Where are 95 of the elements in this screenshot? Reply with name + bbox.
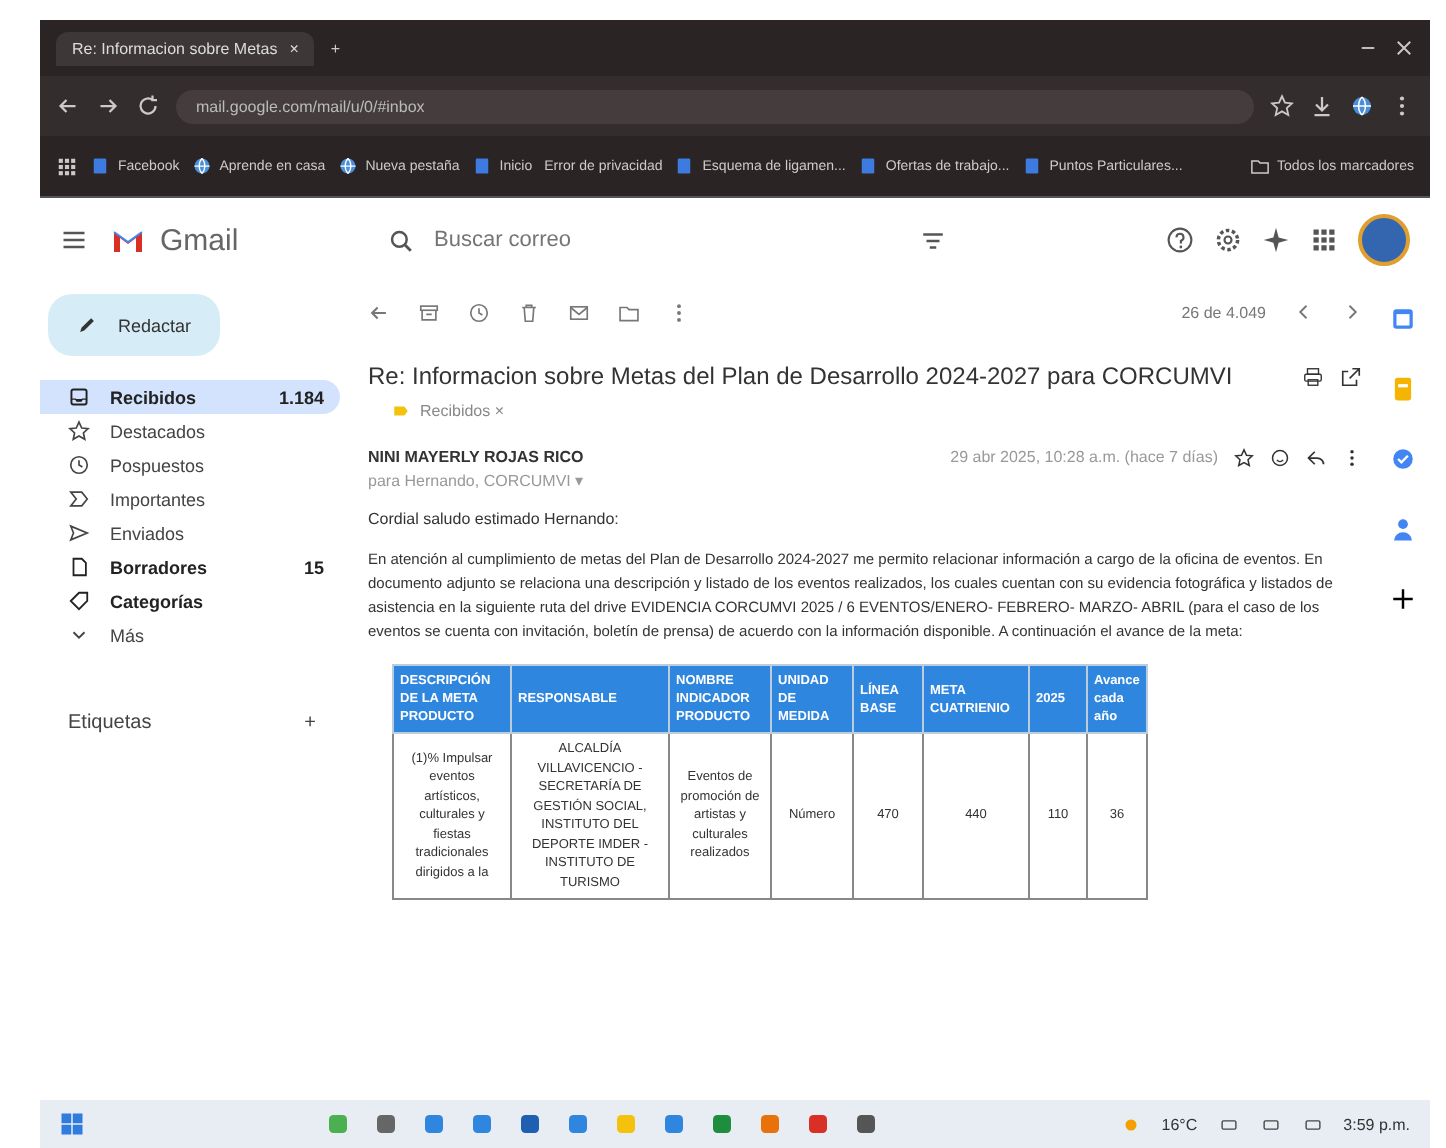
search-icon — [388, 227, 414, 253]
bookmark-icon — [1021, 156, 1042, 176]
add-icon[interactable] — [1389, 586, 1415, 612]
archive-icon[interactable] — [418, 301, 440, 323]
new-tab-button[interactable]: + — [330, 39, 341, 57]
taskbar-app-icon[interactable] — [517, 1112, 542, 1136]
taskbar-app-icon[interactable] — [421, 1112, 446, 1136]
app-name: Gmail — [160, 223, 239, 257]
apps-icon[interactable] — [1310, 226, 1338, 254]
forward-icon[interactable] — [96, 94, 120, 118]
folder-item[interactable]: Importantes — [40, 482, 340, 516]
send-icon — [68, 522, 90, 544]
folder-label: Más — [110, 625, 147, 645]
apps-icon[interactable] — [56, 155, 78, 177]
bookmark-icon — [191, 156, 212, 176]
taskbar-app-icon[interactable] — [469, 1112, 494, 1136]
close-icon[interactable] — [1394, 38, 1414, 58]
bookmark-icon — [90, 156, 110, 176]
folder-label: Importantes — [110, 489, 208, 509]
taskbar-app-icon[interactable] — [853, 1112, 878, 1136]
external-link-icon[interactable] — [1340, 365, 1362, 387]
clock-time: 3:59 p.m. — [1343, 1115, 1411, 1133]
folder-icon — [1249, 156, 1270, 176]
bookmark-icon — [674, 156, 695, 176]
add-label-button[interactable]: + — [304, 712, 316, 734]
clock-icon[interactable] — [468, 301, 490, 323]
temperature: 16°C — [1161, 1115, 1198, 1133]
sparkle-icon[interactable] — [1262, 226, 1290, 254]
back-icon[interactable] — [368, 301, 390, 323]
taskbar-app-icon[interactable] — [757, 1112, 782, 1136]
search-field[interactable]: Buscar correo — [430, 226, 838, 254]
compose-button[interactable]: Redactar — [48, 294, 220, 356]
tag-icon — [68, 590, 90, 612]
reload-icon[interactable] — [136, 94, 160, 118]
emoji-icon[interactable] — [1270, 448, 1290, 468]
avatar[interactable] — [1358, 214, 1410, 266]
taskbar-app-icon[interactable] — [661, 1112, 686, 1136]
pencil-icon — [76, 314, 98, 336]
greeting: Cordial saludo estimado Hernando: — [368, 510, 621, 528]
mail-icon[interactable] — [568, 301, 590, 323]
download-icon[interactable] — [1310, 94, 1334, 118]
folder-item[interactable]: Pospuestos — [40, 448, 340, 482]
label-icon — [68, 488, 90, 510]
folder-icon[interactable] — [618, 301, 640, 323]
browser-tab[interactable]: Re: Informacion sobre Metas × — [56, 31, 315, 65]
star-icon — [68, 420, 90, 442]
bookmark-icon — [857, 156, 878, 176]
calendar-icon[interactable] — [1389, 306, 1415, 332]
help-icon[interactable] — [1166, 226, 1194, 254]
tab-title: Re: Informacion sobre Metas — [72, 39, 278, 57]
sender-name: NINI MAYERLY ROJAS RICO — [368, 448, 586, 466]
clock-icon — [68, 454, 90, 476]
start-icon[interactable] — [60, 1112, 84, 1136]
folder-item[interactable]: Recibidos 1.184 — [40, 380, 340, 414]
print-icon[interactable] — [1302, 365, 1324, 387]
reply-icon[interactable] — [1306, 448, 1326, 468]
tasks-icon[interactable] — [1389, 446, 1415, 472]
folder-label: Borradores — [110, 557, 210, 577]
address-bar[interactable]: mail.google.com/mail/u/0/#inbox — [176, 89, 1254, 123]
taskbar-app-icon[interactable] — [373, 1112, 398, 1136]
folder-item[interactable]: Más — [40, 618, 340, 652]
filter-icon[interactable] — [920, 227, 946, 253]
folder-item[interactable]: Destacados — [40, 414, 340, 448]
message-date: 29 abr 2025, 10:28 a.m. (hace 7 días) — [950, 448, 1218, 466]
menu-icon[interactable] — [60, 226, 88, 254]
back-icon[interactable] — [56, 94, 80, 118]
labels-heading: Etiquetas — [68, 712, 152, 734]
tab-close-button[interactable]: × — [289, 39, 299, 57]
taskbar-app-icon[interactable] — [805, 1112, 830, 1136]
message-counter: 26 de 4.049 — [1181, 303, 1266, 321]
settings-icon[interactable] — [1214, 226, 1242, 254]
contacts-icon[interactable] — [1389, 516, 1415, 542]
bookmark-icon — [337, 156, 358, 176]
folder-label: Enviados — [110, 523, 187, 543]
unread-count: 1.184 — [278, 387, 324, 407]
unread-count: 15 — [303, 557, 324, 577]
folder-label: Recibidos — [110, 387, 199, 407]
folder-item[interactable]: Borradores 15 — [40, 550, 340, 584]
label-chip[interactable]: Recibidos × — [420, 402, 505, 420]
taskbar-app-icon[interactable] — [709, 1112, 734, 1136]
email-subject: Re: Informacion sobre Metas del Plan de Desarrollo 2024-2027 para CORCUMVI — [368, 362, 1235, 390]
draft-icon — [68, 556, 90, 578]
inbox-icon — [68, 386, 90, 408]
profile-icon[interactable] — [1350, 94, 1374, 118]
folder-item[interactable]: Enviados — [40, 516, 340, 550]
star-icon[interactable] — [1234, 448, 1254, 468]
label-icon — [392, 402, 410, 420]
folder-item[interactable]: Categorías — [40, 584, 340, 618]
folder-label: Pospuestos — [110, 455, 207, 475]
folder-label: Categorías — [110, 591, 206, 611]
trash-icon[interactable] — [518, 301, 540, 323]
folder-label: Destacados — [110, 421, 208, 441]
taskbar-app-icon[interactable] — [565, 1112, 590, 1136]
bookmark-star-icon[interactable] — [1270, 94, 1294, 118]
bookmark-icon — [471, 156, 492, 176]
